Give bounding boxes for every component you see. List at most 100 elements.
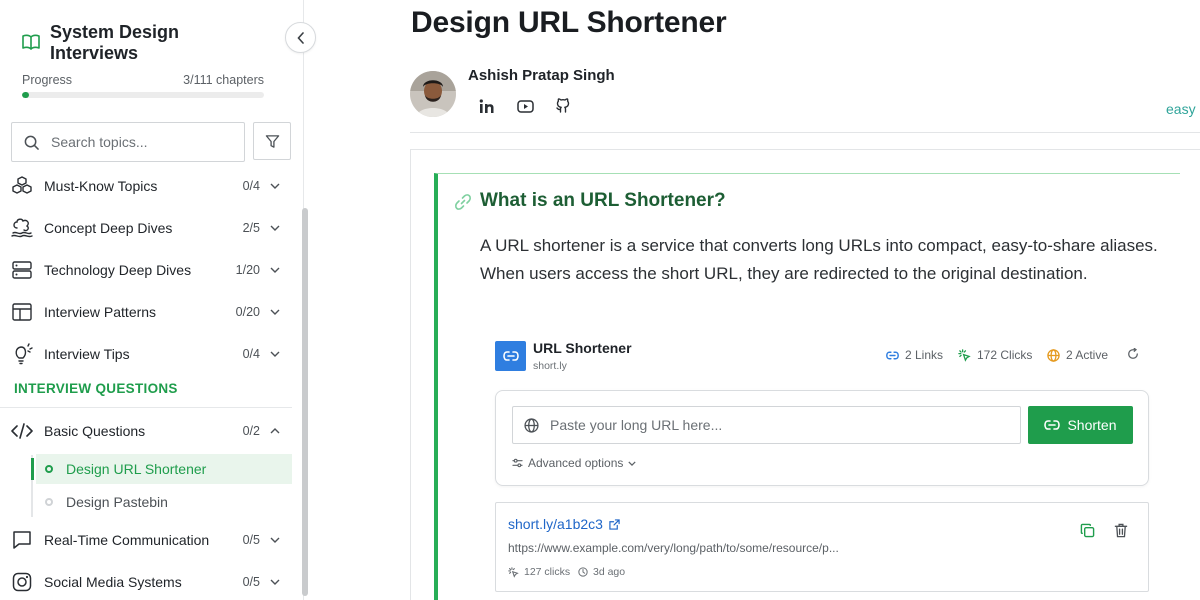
subitem-label: Design Pastebin: [66, 494, 168, 510]
progress-row: Progress 3/111 chapters: [22, 73, 264, 87]
author-name: Ashish Pratap Singh: [468, 67, 615, 84]
cubes-icon: [10, 174, 34, 198]
widget-domain: short.ly: [533, 360, 567, 372]
difficulty-badge: easy: [1166, 101, 1196, 117]
sidebar-item-label: Social Media Systems: [44, 574, 182, 590]
link-icon: [454, 193, 472, 211]
shorten-button-label: Shorten: [1067, 417, 1117, 433]
short-link-text: short.ly/a1b2c3: [508, 516, 603, 532]
sidebar-item-count: 0/4: [242, 347, 260, 361]
stat-active-text: 2 Active: [1066, 348, 1109, 362]
sidebar-scrollbar[interactable]: [302, 208, 308, 596]
chevron-left-icon: [296, 31, 305, 44]
link-icon: [502, 351, 519, 361]
link-clicks-text: 127 clicks: [524, 566, 571, 578]
link-clicks: 127 clicks: [508, 566, 570, 578]
filter-button[interactable]: [253, 122, 291, 160]
long-url-input[interactable]: [550, 417, 990, 433]
chevron-down-icon: [268, 309, 282, 315]
sidebar-item-basic-questions[interactable]: Basic Questions 0/2: [10, 415, 282, 447]
sidebar-item-count: 1/20: [235, 263, 260, 277]
sidebar-item-interview-patterns[interactable]: Interview Patterns 0/20: [10, 296, 282, 328]
avatar: [410, 71, 456, 117]
sidebar-item-label: Concept Deep Dives: [44, 220, 173, 236]
sidebar-subitem-design-pastebin[interactable]: Design Pastebin: [36, 487, 292, 517]
link-age: 3d ago: [578, 566, 625, 578]
sidebar-item-concept-deep-dives[interactable]: Concept Deep Dives 2/5: [10, 212, 282, 244]
stat-clicks-text: 172 Clicks: [977, 348, 1033, 362]
sidebar-item-count: 0/5: [242, 575, 260, 589]
sidebar: System Design Interviews Progress 3/111 …: [0, 0, 308, 600]
code-icon: [10, 419, 34, 443]
stat-active: 2 Active: [1047, 348, 1108, 362]
sidebar-item-count: 0/20: [235, 305, 260, 319]
sidebar-item-count: 2/5: [242, 221, 260, 235]
original-url: https://www.example.com/very/long/path/t…: [508, 541, 839, 555]
globe-icon: [1047, 348, 1060, 362]
sidebar-subitem-design-url-shortener[interactable]: Design URL Shortener: [36, 454, 292, 484]
sidebar-item-label: Basic Questions: [44, 423, 146, 439]
instagram-icon: [10, 570, 34, 594]
sidebar-item-interview-tips[interactable]: Interview Tips 0/4: [10, 338, 282, 370]
sidebar-item-label: Must-Know Topics: [44, 178, 158, 194]
chevron-down-icon: [268, 351, 282, 357]
chevron-down-icon: [268, 267, 282, 273]
stat-clicks: 172 Clicks: [958, 348, 1032, 362]
link-icon: [886, 351, 899, 360]
active-indicator: [31, 458, 34, 480]
chevron-down-icon: [268, 579, 282, 585]
short-link[interactable]: short.ly/a1b2c3: [508, 516, 620, 532]
sidebar-item-real-time-communication[interactable]: Real-Time Communication 0/5: [10, 524, 282, 556]
clock-icon: [578, 567, 588, 577]
sidebar-item-technology-deep-dives[interactable]: Technology Deep Dives 1/20: [10, 254, 282, 286]
long-url-field[interactable]: [512, 406, 1021, 444]
chevron-down-icon: [268, 225, 282, 231]
page-title: Design URL Shortener: [411, 6, 727, 39]
link-icon: [1044, 420, 1061, 430]
search-input[interactable]: [51, 134, 221, 150]
course-title: System Design Interviews: [50, 22, 180, 63]
sidebar-item-count: 0/5: [242, 533, 260, 547]
filter-icon: [265, 134, 280, 149]
sidebar-item-label: Interview Patterns: [44, 304, 157, 320]
sidebar-item-count: 0/4: [242, 179, 260, 193]
lightbulb-icon: [10, 342, 34, 366]
sidebar-item-count: 0/2: [242, 424, 260, 438]
divider: [0, 407, 292, 408]
progress-label: Progress: [22, 73, 73, 87]
divider: [410, 132, 1200, 133]
brain-icon: [10, 216, 34, 240]
progress-fill: [22, 92, 29, 98]
refresh-icon[interactable]: [1127, 348, 1139, 360]
chevron-down-icon: [628, 460, 637, 466]
youtube-icon[interactable]: [514, 96, 536, 116]
trash-icon[interactable]: [1112, 521, 1130, 539]
chevron-up-icon: [268, 428, 282, 434]
collapse-sidebar-button[interactable]: [285, 22, 316, 53]
linkedin-icon[interactable]: [476, 96, 498, 116]
section-heading: What is an URL Shortener?: [480, 190, 726, 211]
link-age-text: 3d ago: [593, 566, 626, 578]
pointer-click-icon: [958, 348, 971, 362]
chat-icon: [10, 528, 34, 552]
sidebar-item-must-know-topics[interactable]: Must-Know Topics 0/4: [10, 170, 282, 202]
status-dot-icon: [45, 498, 53, 506]
widget-logo: [495, 341, 526, 371]
stat-links-text: 2 Links: [905, 348, 944, 362]
subitem-label: Design URL Shortener: [66, 461, 207, 477]
sidebar-item-social-media-systems[interactable]: Social Media Systems 0/5: [10, 566, 282, 598]
book-icon: [22, 34, 40, 50]
layout-icon: [10, 300, 34, 324]
chevron-down-icon: [268, 183, 282, 189]
search-box[interactable]: [11, 122, 245, 162]
sidebar-header: System Design Interviews: [22, 22, 220, 64]
sliders-icon: [512, 458, 523, 468]
github-icon[interactable]: [552, 96, 574, 116]
progress-bar: [22, 92, 264, 98]
copy-icon[interactable]: [1078, 521, 1096, 539]
advanced-options-toggle[interactable]: Advanced options: [512, 456, 637, 470]
section-body: A URL shortener is a service that conver…: [480, 236, 1158, 283]
search-icon: [24, 135, 39, 150]
shorten-button[interactable]: Shorten: [1028, 406, 1133, 444]
server-icon: [10, 258, 34, 282]
